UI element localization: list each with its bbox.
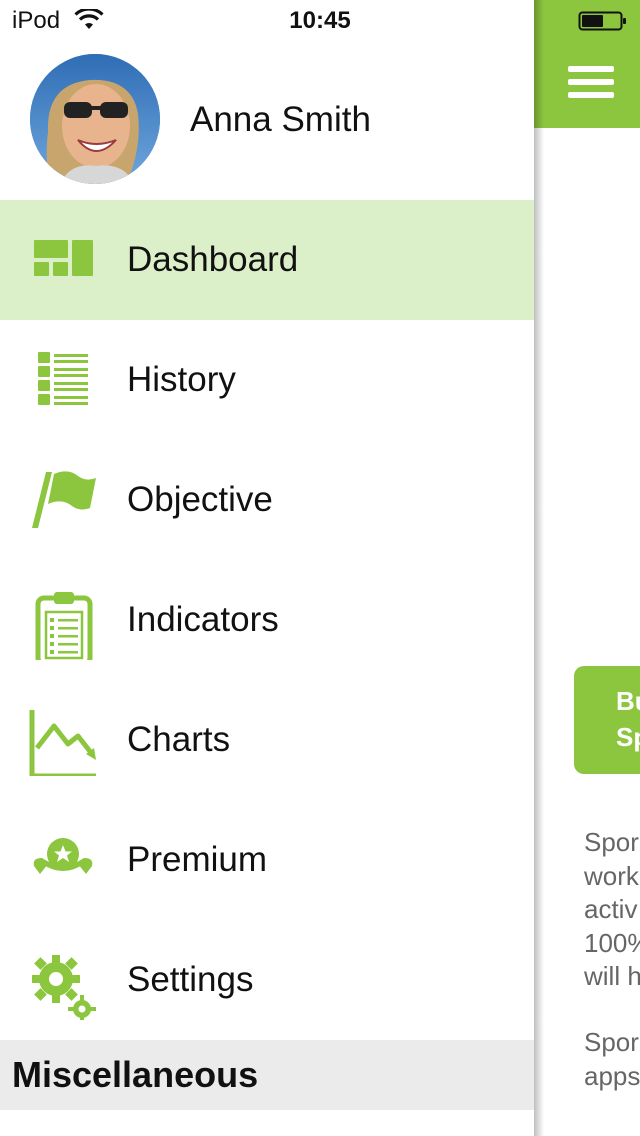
chart-icon bbox=[29, 710, 96, 776]
side-drawer: Anna Smith Dashboard History Objective I… bbox=[0, 0, 534, 1136]
menu-item-history[interactable]: History bbox=[0, 320, 534, 440]
menu-item-label: History bbox=[127, 360, 236, 399]
main-menu: Dashboard History Objective Indicators C… bbox=[0, 200, 534, 1040]
menu-item-dashboard[interactable]: Dashboard bbox=[0, 200, 534, 320]
clock: 10:45 bbox=[289, 7, 351, 34]
menu-item-label: Indicators bbox=[127, 600, 279, 639]
menu-item-settings[interactable]: Settings bbox=[0, 920, 534, 1040]
avatar-photo bbox=[30, 54, 160, 184]
gear-icon bbox=[32, 955, 96, 1020]
menu-item-label: Objective bbox=[127, 480, 273, 519]
ribbon-badge-icon bbox=[33, 838, 93, 874]
description-line: will h bbox=[584, 961, 640, 991]
description-line: 100% bbox=[584, 927, 640, 958]
profile-name: Anna Smith bbox=[190, 100, 371, 139]
menu-item-label: Dashboard bbox=[127, 240, 299, 279]
clipboard-icon bbox=[35, 592, 93, 660]
description-text: Spor work activ 100% will h bbox=[584, 826, 640, 994]
main-content: Bu Sp Spor work activ 100% will h Spor a… bbox=[534, 0, 640, 1136]
buy-button-line1: Bu bbox=[616, 686, 640, 716]
profile-header[interactable]: Anna Smith bbox=[0, 40, 534, 200]
menu-item-premium[interactable]: Premium bbox=[0, 800, 534, 920]
section-header-miscellaneous: Miscellaneous bbox=[0, 1040, 534, 1110]
battery-icon bbox=[578, 11, 626, 31]
menu-item-label: Charts bbox=[127, 720, 231, 759]
description-line: apps bbox=[584, 1060, 640, 1091]
menu-item-objective[interactable]: Objective bbox=[0, 440, 534, 560]
menu-item-indicators[interactable]: Indicators bbox=[0, 560, 534, 680]
description-line: Spor bbox=[584, 827, 639, 857]
avatar bbox=[30, 54, 160, 184]
buy-button-line2: Sp bbox=[616, 722, 640, 752]
description-line: Spor bbox=[584, 1027, 639, 1057]
menu-item-charts[interactable]: Charts bbox=[0, 680, 534, 800]
section-title: Miscellaneous bbox=[12, 1054, 259, 1095]
description-line: work bbox=[584, 860, 639, 891]
menu-item-label: Settings bbox=[127, 960, 254, 999]
status-bar: iPod 10:45 bbox=[0, 0, 640, 40]
flag-icon bbox=[32, 471, 96, 528]
list-icon bbox=[38, 352, 88, 405]
menu-item-label: Premium bbox=[127, 840, 268, 879]
description-line: activ bbox=[584, 894, 638, 924]
menu-toggle-button[interactable] bbox=[568, 66, 614, 98]
description-text-2: Spor apps bbox=[584, 1026, 640, 1093]
buy-button[interactable]: Bu Sp bbox=[574, 666, 640, 774]
dashboard-icon bbox=[34, 240, 93, 276]
